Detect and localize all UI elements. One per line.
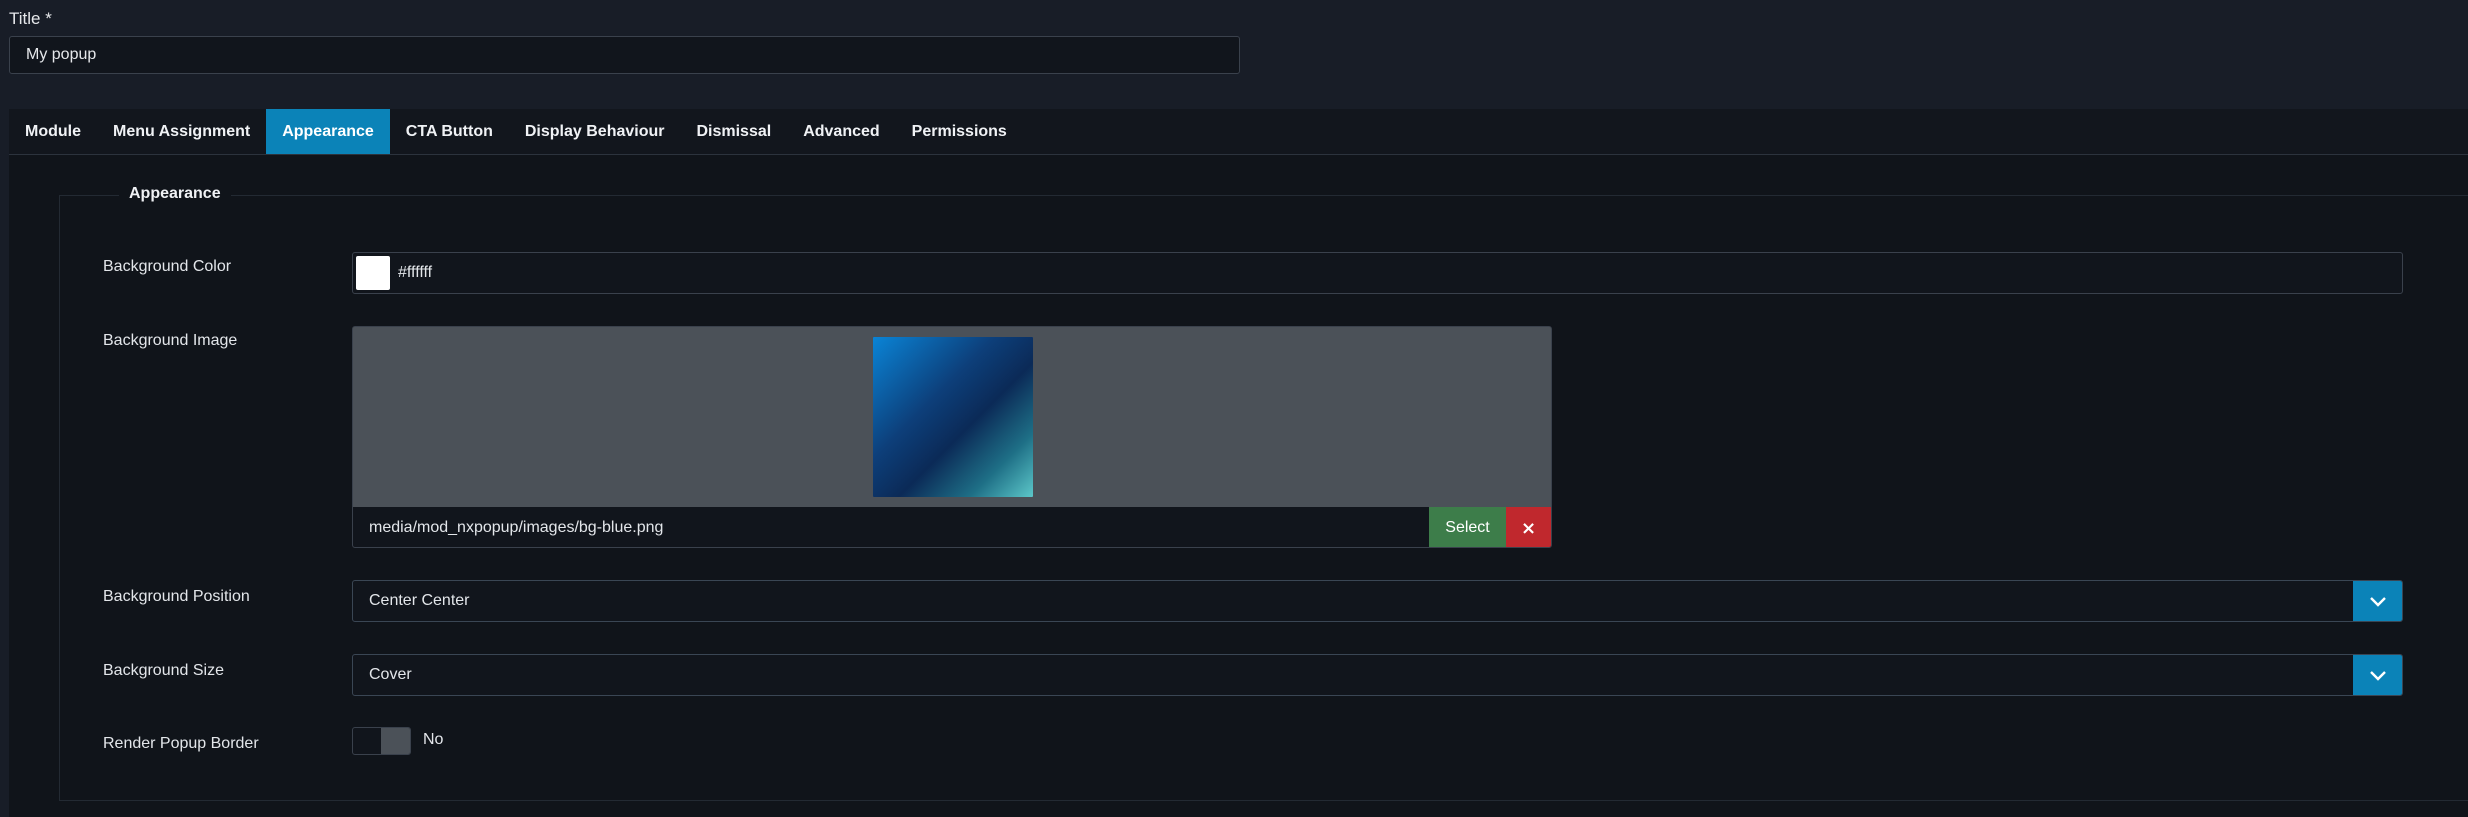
tab-bar: Module Menu Assignment Appearance CTA Bu… (9, 109, 2468, 155)
background-position-label: Background Position (103, 588, 250, 605)
tab-cta-button[interactable]: CTA Button (390, 109, 509, 154)
background-size-value: Cover (369, 666, 412, 683)
image-preview (873, 337, 1033, 497)
select-image-button[interactable]: Select (1429, 507, 1506, 547)
render-border-state: No (423, 731, 444, 748)
tab-display-behaviour[interactable]: Display Behaviour (509, 109, 681, 154)
media-path-bar: media/mod_nxpopup/images/bg-blue.png Sel… (353, 507, 1551, 547)
tab-module[interactable]: Module (9, 109, 97, 154)
image-preview-area (353, 327, 1551, 507)
background-size-select[interactable]: Cover (352, 654, 2403, 696)
chevron-down-icon[interactable] (2353, 655, 2402, 695)
background-color-label: Background Color (103, 258, 232, 275)
background-position-select[interactable]: Center Center (352, 580, 2403, 622)
fieldset-legend: Appearance (119, 185, 231, 203)
color-swatch[interactable] (356, 256, 390, 290)
tab-advanced[interactable]: Advanced (787, 109, 895, 154)
toggle-knob (381, 728, 410, 754)
render-border-label: Render Popup Border (103, 735, 259, 752)
clear-image-button[interactable]: × (1506, 507, 1551, 547)
background-position-value: Center Center (369, 592, 470, 609)
title-label: Title * (9, 9, 52, 28)
render-border-toggle[interactable] (352, 727, 411, 755)
background-image-label: Background Image (103, 332, 238, 349)
tab-menu-assignment[interactable]: Menu Assignment (97, 109, 266, 154)
background-image-field: media/mod_nxpopup/images/bg-blue.png Sel… (352, 326, 1552, 548)
chevron-down-icon[interactable] (2353, 581, 2402, 621)
color-value: #ffffff (398, 264, 433, 281)
background-color-field[interactable]: #ffffff (352, 252, 2403, 294)
tab-appearance[interactable]: Appearance (266, 109, 390, 154)
media-path-input[interactable]: media/mod_nxpopup/images/bg-blue.png (353, 519, 1429, 537)
close-icon: × (1520, 517, 1537, 539)
title-input[interactable] (9, 36, 1240, 74)
tab-dismissal[interactable]: Dismissal (680, 109, 787, 154)
background-size-label: Background Size (103, 662, 224, 679)
tab-permissions[interactable]: Permissions (896, 109, 1023, 154)
